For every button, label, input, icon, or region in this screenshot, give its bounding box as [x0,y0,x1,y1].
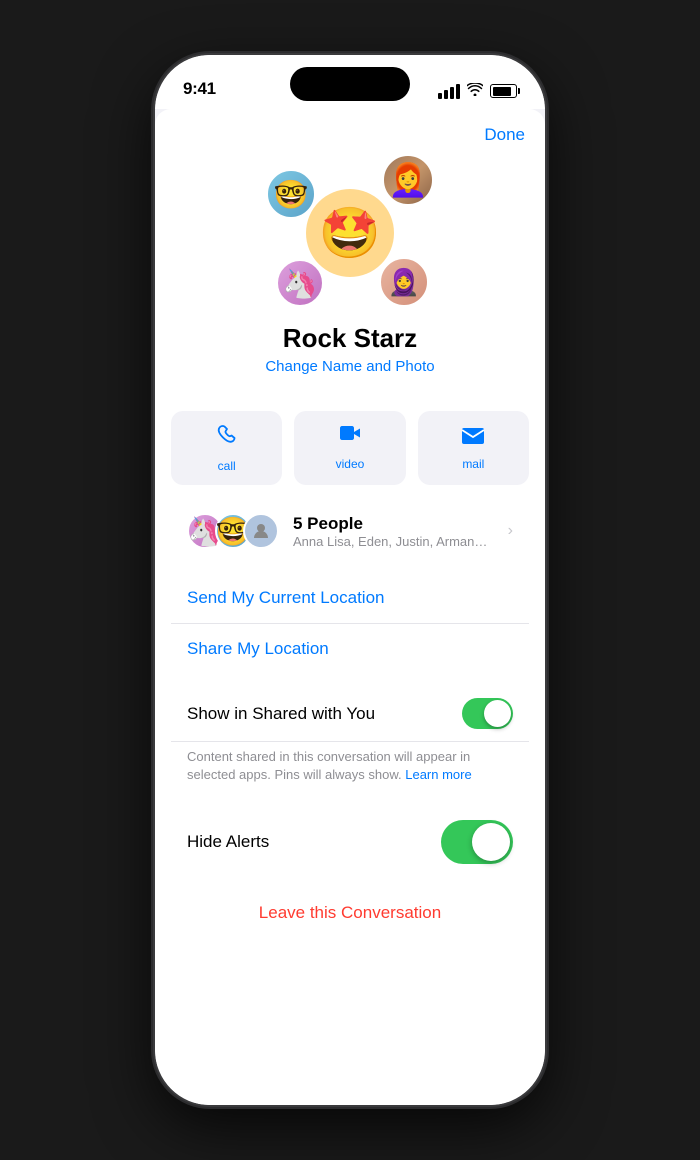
shared-with-you-description: Content shared in this conversation will… [171,742,529,796]
hide-alerts-toggle[interactable] [441,820,513,864]
done-button[interactable]: Done [484,125,525,145]
hide-alerts-row: Hide Alerts [171,808,529,876]
wifi-icon [467,83,483,99]
call-button[interactable]: call [171,411,282,485]
leave-conversation-row[interactable]: Leave this Conversation [171,888,529,938]
avatar-top-left: 🤓 [265,168,317,220]
location-card: Send My Current Location Share My Locati… [171,573,529,674]
call-label: call [218,459,236,473]
avatar-bottom-right: 🧕 [378,256,430,308]
phone-device: 9:41 [155,55,545,1105]
phone-frame: 9:41 [0,0,700,1160]
video-button[interactable]: video [294,411,405,485]
battery-icon [490,84,517,98]
shared-with-you-label: Show in Shared with You [187,704,375,724]
members-names: Anna Lisa, Eden, Justin, Arman… [293,534,498,549]
share-location-row[interactable]: Share My Location [171,624,529,674]
status-bar: 9:41 [155,55,545,109]
group-name: Rock Starz [283,323,417,354]
hide-alerts-label: Hide Alerts [187,832,269,852]
members-card: 🦄 🤓 5 People Anna Lisa, Eden, Justin, Ar… [171,501,529,561]
shared-with-you-toggle[interactable] [462,698,513,729]
member-avatar-3 [243,513,279,549]
status-time: 9:41 [183,79,216,99]
video-label: video [336,457,365,471]
detail-sheet: Done 🤩 👩‍🦰 � [155,109,545,1105]
sheet-header: Done [155,109,545,153]
shared-with-you-row: Show in Shared with You [171,686,529,742]
chevron-right-icon: › [508,522,513,540]
members-info: 5 People Anna Lisa, Eden, Justin, Arman… [293,514,498,549]
group-section: 🤩 👩‍🦰 🧕 🤓 [155,153,545,395]
change-name-link[interactable]: Change Name and Photo [265,358,434,375]
status-icons [438,83,517,99]
dynamic-island [290,67,410,101]
mail-label: mail [462,457,484,471]
mail-icon [461,425,485,451]
avatar-center: 🤩 [306,189,394,277]
phone-screen: 9:41 [155,55,545,1105]
hide-alerts-card: Hide Alerts [171,808,529,876]
avatar-top-right: 👩‍🦰 [381,153,435,207]
video-icon [338,425,362,451]
group-avatars: 🤩 👩‍🦰 🧕 🤓 [265,153,435,313]
leave-card: Leave this Conversation [171,888,529,938]
avatar-bottom-left: 🦄 [275,258,325,308]
signal-icon [438,84,460,99]
learn-more-link[interactable]: Learn more [405,767,471,782]
members-count: 5 People [293,514,498,534]
members-avatars: 🦄 🤓 [187,513,279,549]
phone-icon [216,425,238,453]
send-location-row[interactable]: Send My Current Location [171,573,529,624]
actions-row: call video [171,411,529,485]
mail-button[interactable]: mail [418,411,529,485]
members-row[interactable]: 🦄 🤓 5 People Anna Lisa, Eden, Justin, Ar… [171,501,529,561]
shared-with-you-card: Show in Shared with You Content shared i… [171,686,529,796]
